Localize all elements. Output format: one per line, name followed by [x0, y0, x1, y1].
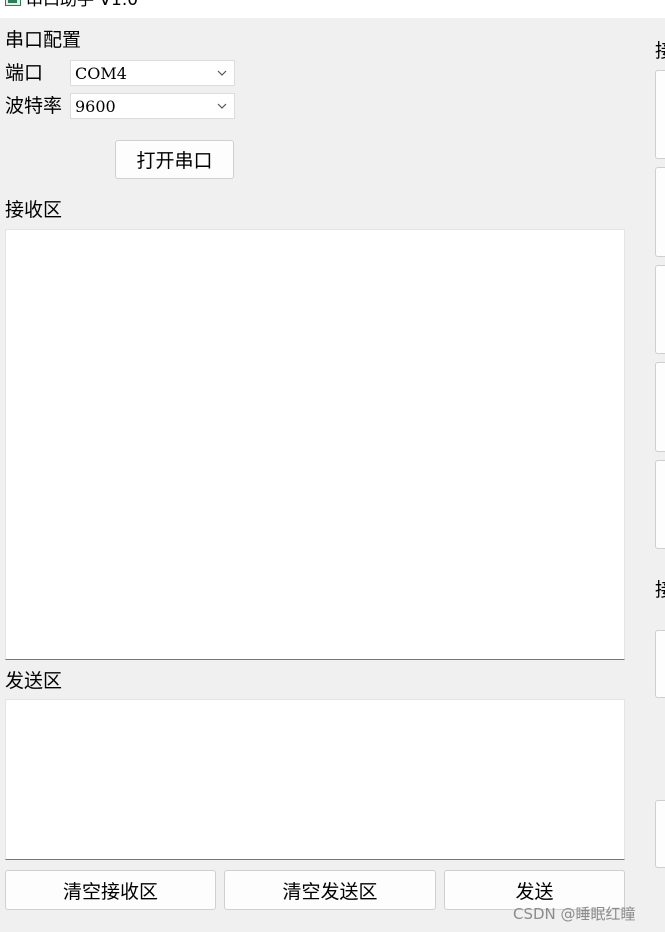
right-panel-heading-2: 接 [655, 579, 665, 601]
baud-select[interactable]: 9600 [70, 93, 235, 119]
baud-label: 波特率 [5, 95, 63, 117]
app-icon [5, 0, 21, 6]
right-panel-button-3[interactable] [655, 265, 665, 354]
chevron-down-icon [215, 99, 229, 113]
right-panel-button-1[interactable] [655, 70, 665, 159]
right-panel-button-2[interactable] [655, 167, 665, 257]
title-bar: 串口助手 V1.0 [0, 0, 665, 18]
serial-config-heading: 串口配置 [5, 29, 82, 51]
port-select-value: COM4 [75, 63, 127, 83]
clear-send-button[interactable]: 清空发送区 [224, 870, 436, 910]
clear-receive-button[interactable]: 清空接收区 [5, 870, 216, 910]
receive-textarea[interactable] [5, 229, 625, 660]
right-panel-button-4[interactable] [655, 362, 665, 452]
send-textarea[interactable] [5, 699, 625, 860]
right-panel-button-7[interactable] [655, 800, 665, 868]
right-panel-heading-1: 接 [655, 40, 665, 62]
open-port-button[interactable]: 打开串口 [115, 140, 234, 179]
chevron-down-icon [215, 66, 229, 80]
send-heading: 发送区 [5, 670, 63, 692]
receive-heading: 接收区 [5, 199, 63, 221]
port-label: 端口 [5, 62, 44, 84]
right-panel-button-5[interactable] [655, 460, 665, 549]
port-select[interactable]: COM4 [70, 60, 235, 86]
window-title: 串口助手 V1.0 [26, 0, 139, 10]
right-panel-button-6[interactable] [655, 630, 665, 698]
baud-select-value: 9600 [75, 96, 116, 116]
watermark-text: CSDN @睡眠红瞳 [513, 905, 636, 923]
